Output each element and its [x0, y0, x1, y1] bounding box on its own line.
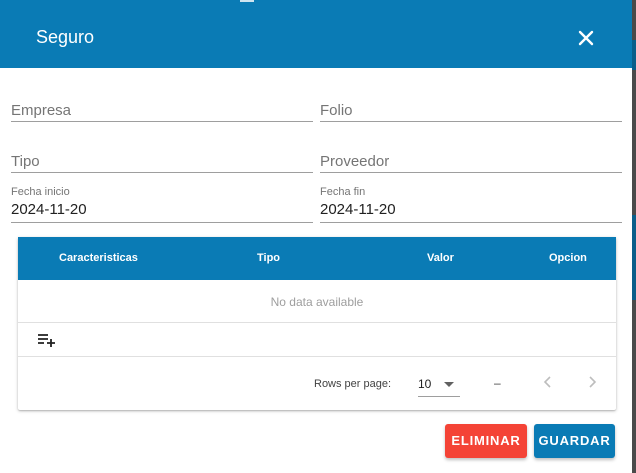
insurance-dialog: Seguro Empresa Folio Tipo Proveedor Fech…: [0, 0, 632, 473]
fecha-inicio-field[interactable]: Fecha inicio 2024-11-20: [11, 186, 313, 223]
column-header-caracteristicas[interactable]: Caracteristicas: [59, 252, 138, 264]
characteristics-table: Caracteristicas Tipo Valor Opcion No dat…: [18, 237, 616, 410]
close-icon[interactable]: [574, 26, 598, 50]
rows-per-page-select[interactable]: 10: [418, 373, 460, 397]
dropdown-arrow-icon: [444, 382, 454, 387]
empresa-field[interactable]: Empresa: [11, 82, 313, 122]
background-overlay: [632, 0, 636, 473]
tipo-label: Tipo: [11, 153, 40, 170]
dialog-title: Seguro: [36, 27, 95, 47]
table-header: Caracteristicas Tipo Valor Opcion: [18, 237, 616, 280]
save-button[interactable]: GUARDAR: [534, 424, 615, 458]
chevron-left-icon[interactable]: [540, 374, 556, 390]
fecha-fin-value: 2024-11-20: [320, 201, 396, 218]
fecha-inicio-value: 2024-11-20: [11, 201, 87, 218]
empty-state-row: No data available: [18, 280, 616, 323]
table-pagination: Rows per page: 10 –: [18, 357, 616, 410]
rows-per-page-value: 10: [418, 377, 432, 391]
fecha-inicio-label: Fecha inicio: [11, 186, 70, 198]
folio-label: Folio: [320, 102, 353, 119]
column-header-valor[interactable]: Valor: [427, 252, 454, 264]
column-header-opcion[interactable]: Opcion: [549, 252, 587, 264]
proveedor-label: Proveedor: [320, 153, 390, 170]
header-handle: [240, 0, 254, 2]
add-row-bar: [18, 323, 616, 357]
column-header-tipo[interactable]: Tipo: [257, 252, 280, 264]
chevron-right-icon[interactable]: [584, 374, 600, 390]
dialog-header: Seguro: [0, 0, 632, 68]
playlist-add-icon[interactable]: [38, 333, 56, 347]
tipo-field[interactable]: Tipo: [11, 133, 313, 173]
folio-field[interactable]: Folio: [320, 82, 622, 122]
empty-state-text: No data available: [270, 295, 364, 309]
empresa-label: Empresa: [11, 102, 72, 119]
page-range-text: –: [494, 376, 501, 390]
delete-button[interactable]: ELIMINAR: [445, 424, 527, 458]
fecha-fin-label: Fecha fin: [320, 186, 366, 198]
fecha-fin-field[interactable]: Fecha fin 2024-11-20: [320, 186, 622, 223]
proveedor-field[interactable]: Proveedor: [320, 133, 622, 173]
rows-per-page-label: Rows per page:: [314, 378, 392, 390]
